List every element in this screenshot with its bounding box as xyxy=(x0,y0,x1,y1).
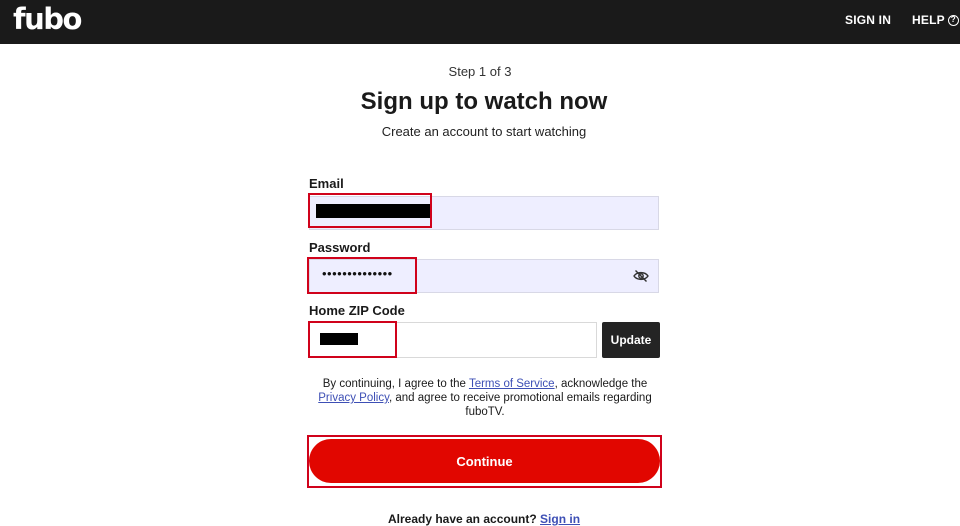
header-sign-in-link[interactable]: SIGN IN xyxy=(845,13,891,27)
page-title: Sign up to watch now xyxy=(360,88,608,115)
sign-in-link[interactable]: Sign in xyxy=(540,512,580,526)
already-have-account: Already have an account? Sign in xyxy=(387,512,581,526)
eye-slash-icon[interactable] xyxy=(633,269,649,283)
terms-of-service-link[interactable]: Terms of Service xyxy=(469,378,555,390)
continue-button[interactable]: Continue xyxy=(309,439,660,483)
redacted-email xyxy=(316,204,430,218)
privacy-policy-link[interactable]: Privacy Policy xyxy=(318,392,389,404)
redacted-zip xyxy=(320,333,358,345)
help-label: HELP xyxy=(912,13,945,27)
update-zip-button[interactable]: Update xyxy=(602,322,660,358)
question-circle-icon: ? xyxy=(947,14,959,26)
step-indicator: Step 1 of 3 xyxy=(448,64,512,79)
fubo-logo[interactable]: fubo xyxy=(13,4,82,34)
terms-text: By continuing, I agree to the Terms of S… xyxy=(318,378,652,418)
password-value: •••••••••••••• xyxy=(322,266,393,281)
top-navigation-bar: fubo SIGN IN HELP ? xyxy=(0,0,960,44)
zip-label: Home ZIP Code xyxy=(309,303,405,318)
email-label: Email xyxy=(309,176,344,191)
password-label: Password xyxy=(309,240,371,255)
page-subtitle: Create an account to start watching xyxy=(381,124,587,139)
header-help-link[interactable]: HELP ? xyxy=(912,13,959,27)
